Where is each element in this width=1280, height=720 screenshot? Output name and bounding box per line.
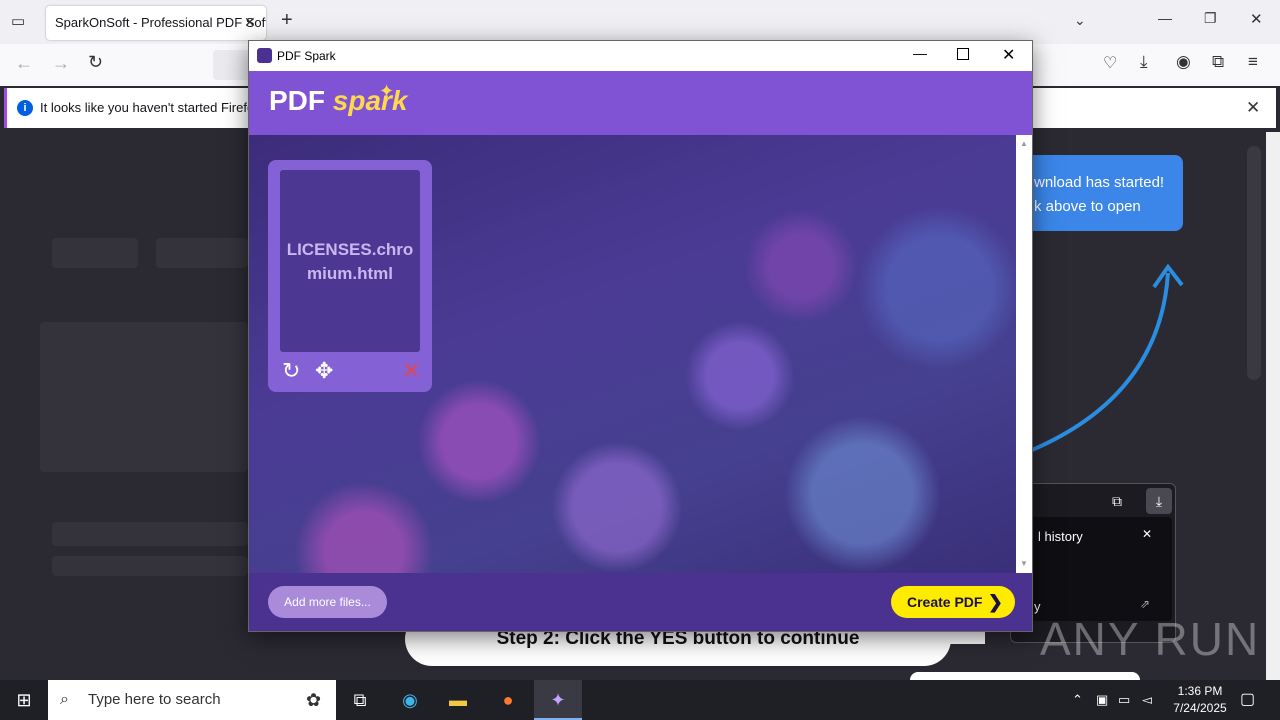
logo-pdf: PDF <box>269 85 325 116</box>
page-scrollbar-thumb[interactable] <box>1247 146 1261 380</box>
create-pdf-button[interactable]: Create PDF ❯ <box>891 586 1015 618</box>
clock-time: 1:36 PM <box>1177 684 1223 698</box>
flowers-icon: ✿ <box>306 690 322 710</box>
downloads-panel-content: l history ✕ y ⇗ <box>1016 517 1172 621</box>
chevron-right-icon: ❯ <box>987 592 1003 612</box>
placeholder-block <box>52 556 248 576</box>
windows-start-icon[interactable]: ⊞ <box>0 680 48 720</box>
extensions-icon[interactable]: ⧉ <box>1212 52 1224 72</box>
panel-label: l history <box>1038 529 1083 544</box>
page-scrollbar[interactable] <box>1266 132 1280 680</box>
device-icon[interactable]: ▣ <box>1096 680 1108 720</box>
download-icon[interactable]: ⤓ <box>1140 52 1148 72</box>
logo-spark: spark <box>332 85 408 116</box>
firefox-icon[interactable]: ● <box>484 680 532 720</box>
maximize-icon[interactable] <box>957 48 969 60</box>
create-pdf-label: Create PDF <box>907 594 983 610</box>
app-window-title: PDF Spark <box>277 49 336 63</box>
close-icon[interactable]: ✕ <box>1002 45 1015 65</box>
shield-icon[interactable] <box>213 50 249 80</box>
extensions-icon: ⧉ <box>1112 493 1122 509</box>
search-placeholder: Type here to search <box>88 691 221 708</box>
hint-line: k above to open <box>1034 198 1141 215</box>
search-icon: ⌕ <box>60 691 69 708</box>
back-icon[interactable]: ← <box>15 53 33 74</box>
notification-close-icon[interactable]: ✕ <box>1246 98 1260 118</box>
network-icon[interactable]: ▭ <box>1118 680 1130 720</box>
file-explorer-icon[interactable]: ▬ <box>434 680 482 720</box>
download-icon: ⤓ <box>1146 488 1172 514</box>
chevron-up-icon[interactable]: ⌃ <box>1072 680 1083 720</box>
curved-arrow-icon <box>1031 263 1184 452</box>
app-header: PDF spark ✦ <box>249 71 1032 135</box>
pdf-spark-taskbar-icon[interactable]: ✦ <box>534 680 582 720</box>
tab-close-icon[interactable]: ✕ <box>244 14 256 31</box>
minimize-icon[interactable]: — <box>1158 10 1172 26</box>
new-tab-icon[interactable]: + <box>281 9 293 32</box>
menu-icon[interactable]: ≡ <box>1248 52 1258 72</box>
external-link-icon: ⇗ <box>1140 597 1151 611</box>
info-icon: i <box>17 100 33 116</box>
watermark: ANY RUN <box>1040 613 1261 665</box>
minimize-icon[interactable]: — <box>913 45 927 61</box>
tab-title: SparkOnSoft - Professional PDF Soft <box>55 15 266 30</box>
placeholder-card <box>40 322 248 472</box>
scroll-up-icon[interactable]: ▲ <box>1020 139 1028 148</box>
pocket-icon[interactable]: ♡ <box>1103 53 1117 73</box>
close-window-icon[interactable]: ✕ <box>1250 10 1263 28</box>
restore-icon[interactable]: ❐ <box>1204 10 1217 27</box>
taskbar-search-box[interactable]: ⌕ Type here to search ✿ <box>48 680 336 720</box>
sparkle-icon: ✦ <box>379 81 395 101</box>
forward-icon[interactable]: → <box>52 53 70 74</box>
rotate-icon[interactable]: ↻ <box>282 358 300 384</box>
browser-tab[interactable]: SparkOnSoft - Professional PDF Soft <box>46 6 266 40</box>
close-icon: ✕ <box>1142 527 1153 541</box>
app-title-bar: PDF Spark — ✕ <box>249 41 1032 71</box>
hint-line: wnload has started! <box>1034 174 1165 191</box>
notifications-icon[interactable]: ▢ <box>1240 680 1255 720</box>
clock-date: 7/24/2025 <box>1173 701 1227 715</box>
account-icon[interactable]: ◉ <box>1176 52 1191 72</box>
volume-icon[interactable]: ◅ <box>1142 680 1152 720</box>
taskbar-clock[interactable]: 1:36 PM 7/24/2025 <box>1160 683 1240 717</box>
placeholder-block <box>156 238 248 268</box>
placeholder-block <box>52 522 248 546</box>
tab-list-icon[interactable]: ▭ <box>11 12 25 30</box>
notification-text: It looks like you haven't started Firefo… <box>40 100 261 115</box>
edge-icon[interactable]: ◉ <box>386 680 434 720</box>
move-icon[interactable]: ✥ <box>315 358 333 384</box>
app-scrollbar[interactable]: ▲ ▼ <box>1016 135 1032 573</box>
reload-icon[interactable]: ↻ <box>88 52 103 73</box>
remove-file-icon[interactable]: ✕ <box>402 358 420 384</box>
scroll-down-icon[interactable]: ▼ <box>1020 559 1028 568</box>
app-icon <box>257 48 272 63</box>
file-preview: LICENSES.chromium.html <box>280 170 420 352</box>
task-view-icon[interactable]: ⧉ <box>336 680 384 720</box>
chevron-down-icon[interactable]: ⌄ <box>1074 12 1086 29</box>
add-more-files-button[interactable]: Add more files... <box>268 586 387 618</box>
placeholder-block <box>52 238 138 268</box>
